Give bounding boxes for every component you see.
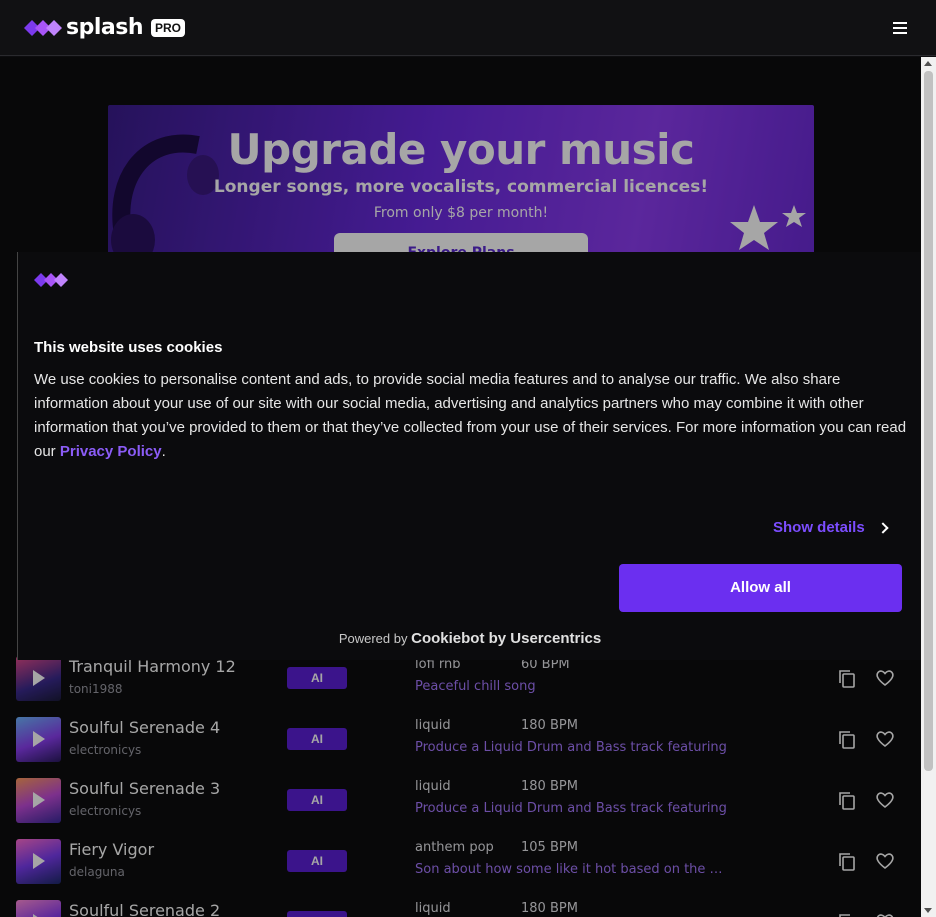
track-cover-play-button[interactable] bbox=[16, 839, 61, 884]
cookiebot-brand-link[interactable]: Cookiebot by Usercentrics bbox=[411, 630, 601, 647]
ai-badge: AI bbox=[287, 850, 347, 872]
cookie-consent-dialog: This website uses cookies We use cookies… bbox=[17, 252, 921, 660]
track-cover-play-button[interactable] bbox=[16, 900, 61, 917]
track-artist[interactable]: electronicys bbox=[69, 743, 141, 757]
play-icon bbox=[33, 731, 45, 747]
scroll-down-icon[interactable] bbox=[924, 908, 932, 913]
track-title[interactable]: Soulful Serenade 2 bbox=[69, 901, 220, 917]
heart-icon[interactable] bbox=[875, 668, 895, 688]
heart-icon[interactable] bbox=[875, 729, 895, 749]
show-details-label: Show details bbox=[773, 519, 865, 536]
copy-icon[interactable] bbox=[838, 913, 856, 917]
track-artist[interactable]: delaguna bbox=[69, 865, 125, 879]
play-icon bbox=[33, 853, 45, 869]
ai-badge: AI bbox=[287, 911, 347, 917]
track-description: Son about how some like it hot based on … bbox=[415, 862, 733, 877]
track-genre[interactable]: liquid bbox=[415, 718, 451, 733]
track-title[interactable]: Soulful Serenade 4 bbox=[69, 718, 220, 737]
powered-by: Powered by Cookiebot by Usercentrics bbox=[18, 630, 922, 647]
ai-badge: AI bbox=[287, 728, 347, 750]
splash-logo-mark-icon bbox=[34, 273, 68, 287]
pro-badge: PRO bbox=[151, 18, 186, 37]
track-description: Produce a Liquid Drum and Bass track fea… bbox=[415, 740, 727, 755]
track-artist[interactable]: toni1988 bbox=[69, 682, 123, 696]
privacy-policy-link[interactable]: Privacy Policy bbox=[60, 443, 162, 460]
track-cover-play-button[interactable] bbox=[16, 778, 61, 823]
show-details-button[interactable]: Show details bbox=[773, 519, 889, 536]
cookie-body-end: . bbox=[161, 443, 166, 460]
stars-icon bbox=[730, 205, 806, 250]
track-title[interactable]: Fiery Vigor bbox=[69, 840, 154, 859]
scrollbar-thumb[interactable] bbox=[924, 71, 933, 771]
track-description: Peaceful chill song bbox=[415, 679, 536, 694]
copy-icon[interactable] bbox=[838, 730, 856, 750]
track-row[interactable]: Soulful Serenade 2 AI liquid 180 BPM bbox=[0, 891, 921, 917]
ai-badge: AI bbox=[287, 789, 347, 811]
ai-badge: AI bbox=[287, 667, 347, 689]
track-genre[interactable]: liquid bbox=[415, 779, 451, 794]
track-bpm: 180 BPM bbox=[521, 779, 578, 794]
track-bpm: 105 BPM bbox=[521, 840, 578, 855]
cookie-title: This website uses cookies bbox=[34, 339, 223, 356]
play-icon bbox=[33, 792, 45, 808]
play-icon bbox=[33, 670, 45, 686]
track-bpm: 180 BPM bbox=[521, 901, 578, 916]
heart-icon[interactable] bbox=[875, 912, 895, 917]
track-artist[interactable]: electronicys bbox=[69, 804, 141, 818]
banner-subtitle: Longer songs, more vocalists, commercial… bbox=[213, 177, 709, 197]
brand-name: splash bbox=[66, 15, 144, 40]
copy-icon[interactable] bbox=[838, 669, 856, 689]
splash-logo[interactable]: splash PRO bbox=[24, 15, 186, 40]
chevron-right-icon bbox=[877, 521, 889, 534]
splash-logo-mark-icon bbox=[24, 19, 62, 36]
track-cover-play-button[interactable] bbox=[16, 717, 61, 762]
track-row[interactable]: Fiery Vigor delaguna AI anthem pop 105 B… bbox=[0, 830, 921, 891]
heart-icon[interactable] bbox=[875, 851, 895, 871]
track-row[interactable]: Soulful Serenade 4 electronicys AI liqui… bbox=[0, 708, 921, 769]
cookie-body: We use cookies to personalise content an… bbox=[34, 368, 910, 464]
page-scrollbar[interactable] bbox=[921, 57, 936, 917]
copy-icon[interactable] bbox=[838, 852, 856, 872]
track-title[interactable]: Soulful Serenade 3 bbox=[69, 779, 220, 798]
banner-title: Upgrade your music bbox=[227, 125, 695, 174]
scroll-up-icon[interactable] bbox=[924, 61, 932, 66]
track-genre[interactable]: anthem pop bbox=[415, 840, 494, 855]
banner-price: From only $8 per month! bbox=[373, 205, 549, 221]
track-row[interactable]: Soulful Serenade 3 electronicys AI liqui… bbox=[0, 769, 921, 830]
allow-all-button[interactable]: Allow all bbox=[619, 564, 902, 612]
hamburger-menu-icon[interactable] bbox=[888, 16, 912, 40]
track-genre[interactable]: liquid bbox=[415, 901, 451, 916]
upgrade-banner[interactable]: Upgrade your music Longer songs, more vo… bbox=[108, 105, 814, 265]
copy-icon[interactable] bbox=[838, 791, 856, 811]
heart-icon[interactable] bbox=[875, 790, 895, 810]
powered-by-label: Powered by bbox=[338, 631, 408, 646]
track-bpm: 180 BPM bbox=[521, 718, 578, 733]
top-navbar: splash PRO bbox=[0, 0, 936, 56]
track-cover-play-button[interactable] bbox=[16, 656, 61, 701]
track-description: Produce a Liquid Drum and Bass track fea… bbox=[415, 801, 727, 816]
